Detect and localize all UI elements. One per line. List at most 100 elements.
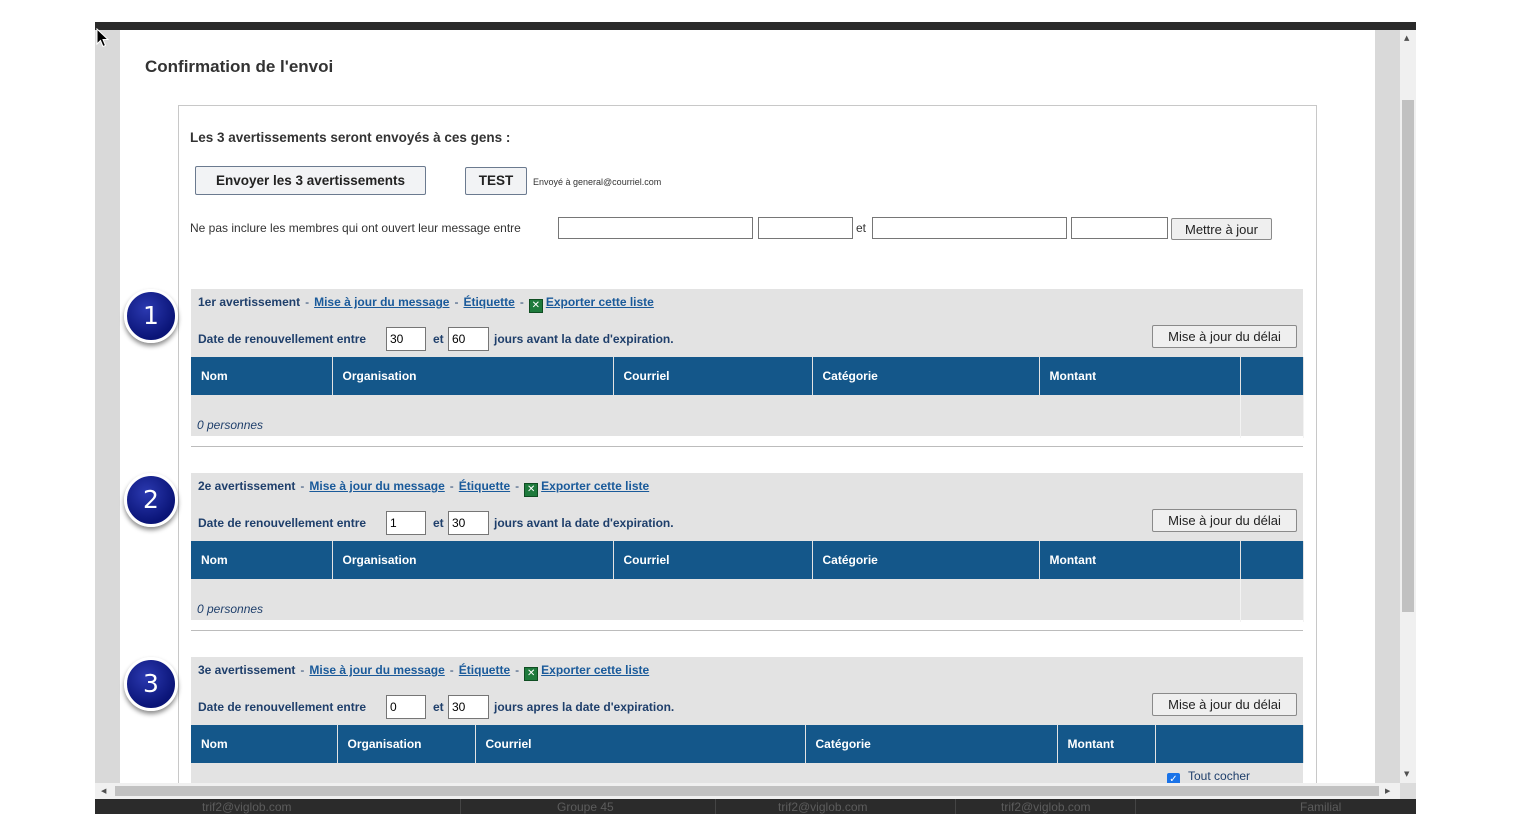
vertical-scroll-thumb[interactable] [1402,100,1414,612]
range-from-input[interactable] [386,695,426,719]
column-header-amount[interactable]: Montant [1039,357,1241,395]
exclude-and-label: et [856,221,867,235]
section-header: 2e avertissement - Mise à jour du message -… [198,479,650,497]
section-title: 3e avertissement [198,663,296,677]
column-header-organisation[interactable]: Organisation [332,541,614,579]
column-header-select [1155,725,1304,763]
column-header-category[interactable]: Catégorie [805,725,1058,763]
section-title: 2e avertissement [198,479,296,493]
column-header-name[interactable]: Nom [191,725,338,763]
update-message-link[interactable]: Mise à jour du message [309,479,444,493]
label-link[interactable]: Étiquette [463,295,514,309]
column-header-name[interactable]: Nom [191,357,333,395]
recipients-table: Nom Organisation Courriel Catégorie Mont… [191,725,1304,763]
column-header-email[interactable]: Courriel [613,541,813,579]
table-header-row: Nom Organisation Courriel Catégorie Mont… [191,541,1304,579]
select-cell [1240,579,1304,622]
send-warnings-button[interactable]: Envoyer les 3 avertissements [195,166,426,195]
renewal-range-row: Date de renouvellement entre et jours ap… [198,695,798,719]
range-and-label: et [433,700,444,714]
renewal-range-row: Date de renouvellement entre et jours av… [198,327,798,351]
range-suffix-label: jours avant la date d'expiration. [494,516,674,530]
label-link[interactable]: Étiquette [459,479,510,493]
test-note: Envoyé à general@courriel.com [533,177,662,187]
column-header-select [1240,357,1304,395]
footer-cell: trif2@viglob.com [202,800,292,814]
checkbox-checked-icon[interactable]: ✓ [1167,773,1180,783]
column-header-select [1240,541,1304,579]
confirmation-panel: Les 3 avertissements seront envoyés à ce… [124,105,1317,783]
section-divider [191,630,1303,631]
column-header-organisation[interactable]: Organisation [332,357,614,395]
range-from-input[interactable] [386,327,426,351]
label-link[interactable]: Étiquette [459,663,510,677]
exclude-label: Ne pas inclure les membres qui ont ouver… [190,221,521,235]
horizontal-scroll-thumb[interactable] [115,786,1379,796]
intro-text: Les 3 avertissements seront envoyés à ce… [190,130,511,145]
scrollbar-corner [1400,783,1416,799]
test-button[interactable]: TEST [465,167,527,195]
column-header-organisation[interactable]: Organisation [337,725,476,763]
range-to-input[interactable] [448,327,489,351]
select-cell [1240,395,1304,438]
column-header-email[interactable]: Courriel [475,725,806,763]
footer-cell: trif2@viglob.com [778,800,868,814]
column-header-category[interactable]: Catégorie [812,357,1040,395]
section-header: 3e avertissement - Mise à jour du message -… [198,663,650,681]
warning-section-2: 2e avertissement - Mise à jour du message -… [191,473,1304,622]
table-row: 0 personnes [191,395,1304,438]
section-title: 1er avertissement [198,295,301,309]
vertical-scrollbar[interactable]: ▲ ▼ [1400,30,1416,783]
browser-window: Confirmation de l'envoi Les 3 avertissem… [95,22,1416,814]
update-message-link[interactable]: Mise à jour du message [314,295,449,309]
exclude-date-from-input[interactable] [558,217,753,239]
number-badge-icon: 3 [124,657,178,711]
table-header-row: Nom Organisation Courriel Catégorie Mont… [191,357,1304,395]
section-divider [191,446,1303,447]
range-and-label: et [433,332,444,346]
table-header-row: Nom Organisation Courriel Catégorie Mont… [191,725,1304,763]
exclude-time-from-input[interactable] [758,217,853,239]
scroll-right-icon[interactable]: ▶ [1385,787,1390,795]
cursor-arrow-icon [96,28,110,48]
exclude-update-button[interactable]: Mettre à jour [1171,218,1272,240]
export-list-link[interactable]: Exporter cette liste [546,295,654,309]
column-header-email[interactable]: Courriel [613,357,813,395]
section-header: 1er avertissement - Mise à jour du message… [198,295,654,313]
update-delay-button[interactable]: Mise à jour du délai [1152,509,1297,532]
check-all-toggle[interactable]: ✓ Tout cocher [1167,769,1250,783]
window-top-bar [95,22,1416,30]
update-delay-button[interactable]: Mise à jour du délai [1152,325,1297,348]
horizontal-scrollbar[interactable]: ◀ ▶ [95,783,1400,799]
export-list-link[interactable]: Exporter cette liste [541,479,649,493]
range-to-input[interactable] [448,511,489,535]
update-message-link[interactable]: Mise à jour du message [309,663,444,677]
recipients-table: Nom Organisation Courriel Catégorie Mont… [191,357,1304,438]
background-table-row: trif2@viglob.com Groupe 45 trif2@viglob.… [95,799,1416,814]
scroll-left-icon[interactable]: ◀ [101,787,106,795]
range-from-input[interactable] [386,511,426,535]
column-header-category[interactable]: Catégorie [812,541,1040,579]
range-prefix-label: Date de renouvellement entre [198,516,367,530]
people-count: 0 personnes [191,395,1241,438]
scroll-up-icon[interactable]: ▲ [1404,34,1409,42]
column-header-name[interactable]: Nom [191,541,333,579]
range-to-input[interactable] [448,695,489,719]
excel-icon: ✕ [524,483,539,497]
table-row: 0 personnes [191,579,1304,622]
column-header-amount[interactable]: Montant [1039,541,1241,579]
update-delay-button[interactable]: Mise à jour du délai [1152,693,1297,716]
number-badge-icon: 1 [124,289,178,343]
exclude-date-to-input[interactable] [872,217,1067,239]
page-title: Confirmation de l'envoi [145,57,334,76]
number-badge-icon: 2 [124,473,178,527]
scroll-down-icon[interactable]: ▼ [1404,770,1409,778]
column-header-amount[interactable]: Montant [1057,725,1156,763]
page-viewport: Confirmation de l'envoi Les 3 avertissem… [95,30,1400,783]
export-list-link[interactable]: Exporter cette liste [541,663,649,677]
recipients-table: Nom Organisation Courriel Catégorie Mont… [191,541,1304,622]
range-suffix-label: jours avant la date d'expiration. [494,332,674,346]
excel-icon: ✕ [524,667,539,681]
range-and-label: et [433,516,444,530]
exclude-time-to-input[interactable] [1071,217,1168,239]
